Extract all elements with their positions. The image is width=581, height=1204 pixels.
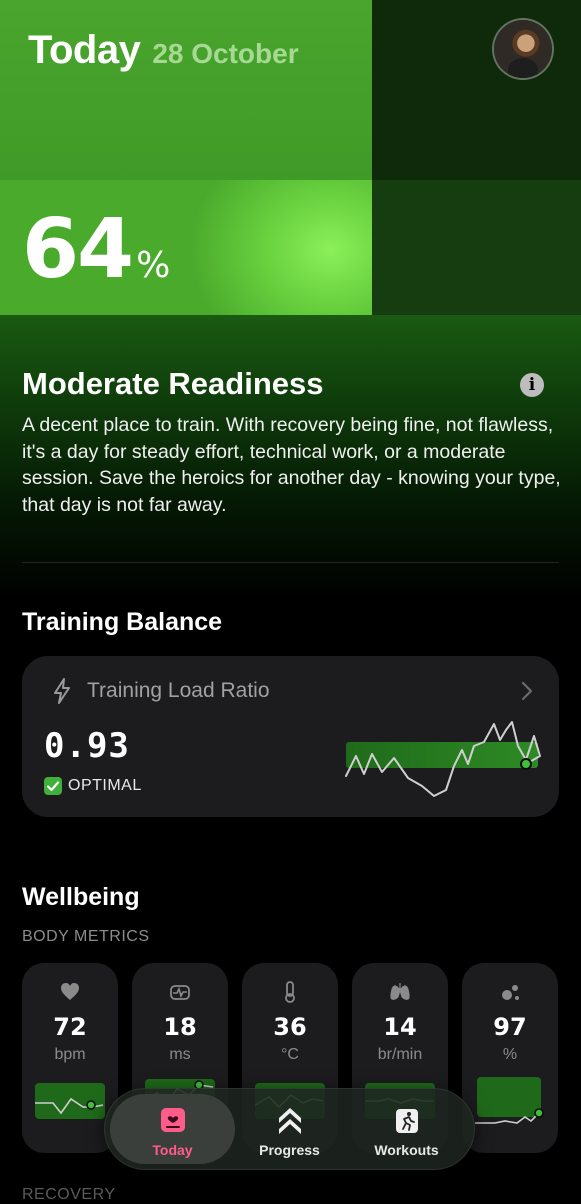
heart-icon	[61, 983, 79, 1000]
tab-label: Progress	[259, 1142, 320, 1158]
tab-bar: Today Progress Workouts	[104, 1088, 475, 1170]
tab-label: Workouts	[374, 1142, 439, 1158]
page-date: 28 October	[152, 38, 299, 69]
recovery-section-label: RECOVERY	[22, 1186, 116, 1203]
tab-today[interactable]: Today	[110, 1094, 235, 1164]
progress-chevrons-icon	[278, 1108, 301, 1134]
readiness-score-value: 64	[22, 202, 134, 297]
readiness-score: 64 %	[22, 202, 171, 297]
today-icon	[160, 1108, 185, 1132]
wellbeing-title: Wellbeing	[22, 883, 140, 911]
check-icon	[44, 777, 62, 795]
readiness-title: Moderate Readiness	[22, 366, 324, 401]
training-load-value: 0.93	[44, 726, 130, 766]
training-load-card[interactable]: Training Load Ratio 0.93 OPTIMAL	[22, 656, 559, 817]
training-balance-title: Training Balance	[22, 608, 223, 636]
metric-value: 97	[493, 1013, 527, 1041]
info-icon[interactable]: i	[520, 373, 544, 397]
thermometer-icon	[285, 981, 295, 1003]
readiness-description: A decent place to train. With recovery b…	[22, 414, 561, 516]
waveform-icon	[170, 985, 190, 1000]
metric-sparkline	[35, 1083, 105, 1119]
training-load-label: Training Load Ratio	[87, 679, 270, 702]
workouts-icon	[395, 1109, 418, 1133]
metric-unit: bpm	[54, 1046, 86, 1063]
lightning-icon	[54, 678, 70, 704]
body-metrics-label: BODY METRICS	[22, 928, 150, 945]
metric-sparkline	[475, 1077, 544, 1124]
page-title: Today	[28, 28, 141, 72]
metric-unit: ms	[169, 1046, 191, 1063]
metric-value: 36	[273, 1013, 307, 1041]
readiness-score-unit: %	[136, 245, 171, 286]
tab-progress[interactable]: Progress	[227, 1094, 352, 1164]
divider	[22, 562, 559, 563]
training-load-status: OPTIMAL	[68, 777, 142, 794]
metric-value: 18	[163, 1013, 197, 1041]
metric-unit: %	[502, 1046, 518, 1063]
oxygen-icon	[502, 985, 519, 1000]
page-header: Today 28 October	[28, 28, 299, 73]
metric-unit: br/min	[377, 1046, 423, 1063]
avatar[interactable]	[494, 20, 552, 78]
metric-value: 72	[53, 1013, 87, 1041]
metric-value: 14	[383, 1013, 417, 1041]
training-load-sparkline	[345, 721, 541, 797]
tab-workouts[interactable]: Workouts	[344, 1094, 469, 1164]
lungs-icon	[390, 983, 410, 1000]
tab-label: Today	[152, 1142, 193, 1158]
metric-unit: °C	[281, 1046, 299, 1063]
chevron-right-icon	[521, 681, 533, 701]
metric-card-blood-oxygen[interactable]: 97 %	[462, 963, 558, 1153]
